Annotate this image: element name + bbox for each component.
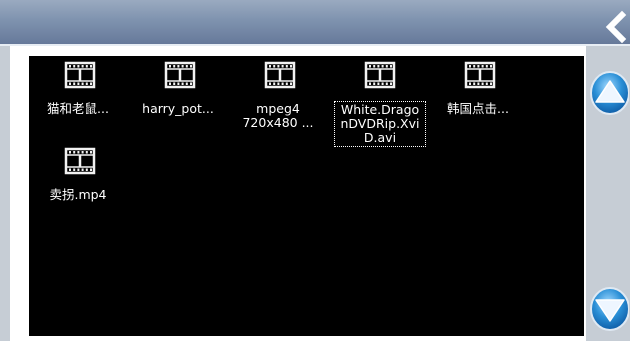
film-icon [164,61,196,89]
scroll-down-button[interactable] [589,286,630,332]
file-item[interactable]: 猫和老鼠... [30,57,126,147]
chevron-left-icon [605,10,627,44]
file-item-selected[interactable]: White.Drago nDVDRip.Xvi D.avi [330,57,426,147]
window-frame: 猫和老鼠... harry_pot... mpeg4 720x480 ... W… [0,0,630,341]
file-name: harry_pot... [142,101,214,116]
file-name: 韩国点击... [447,101,509,116]
arrow-down-icon [590,287,630,331]
file-item[interactable]: mpeg4 720x480 ... [230,57,326,147]
file-name: 卖拐.mp4 [49,187,107,202]
film-icon [364,61,396,89]
film-icon [64,61,96,89]
back-button[interactable] [602,10,630,44]
film-icon [64,147,96,175]
scroll-up-button[interactable] [589,70,630,116]
file-item[interactable]: 卖拐.mp4 [30,143,126,233]
film-icon [264,61,296,89]
file-item[interactable]: 韩国点击... [430,57,526,147]
title-bar [0,0,630,46]
arrow-up-icon [590,71,630,115]
film-icon [464,61,496,89]
file-item[interactable]: harry_pot... [130,57,226,147]
file-name: mpeg4 720x480 ... [242,101,314,130]
file-name: White.Drago nDVDRip.Xvi D.avi [334,101,426,147]
file-browser-pane[interactable]: 猫和老鼠... harry_pot... mpeg4 720x480 ... W… [29,56,584,336]
file-name: 猫和老鼠... [47,101,109,116]
